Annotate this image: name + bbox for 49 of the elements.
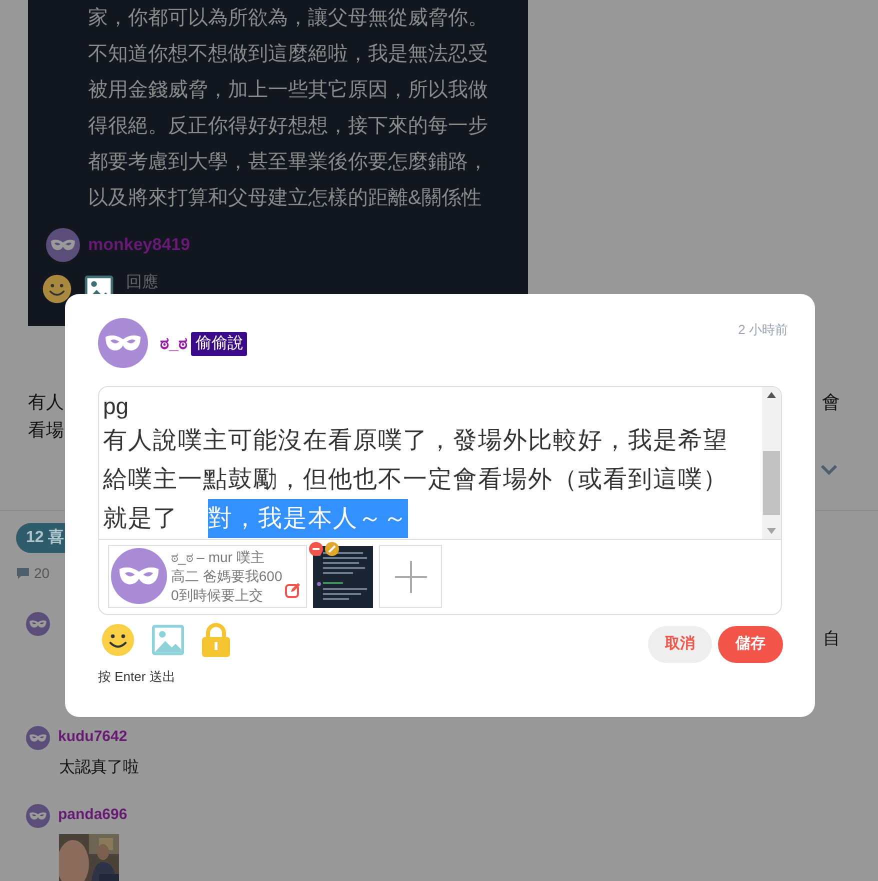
pencil-badge-icon[interactable]	[325, 542, 339, 556]
text-editor[interactable]: pg 有人說噗主可能沒在看原噗了，發場外比較好，我是希望 給噗主一點鼓勵，但他也不一定會看場外（或看到這噗） 就是了 對，我是本人～～ ಠ_ಠ – mur 噗主 高二 爸媽要我6000到時候要上交	[98, 386, 782, 615]
mask-avatar-icon	[26, 804, 50, 828]
post-text-line: 都要考慮到大學，甚至畢業後你要怎麼鋪路，	[88, 150, 489, 175]
plurk-title: ಠ_ಠ – mur 噗主	[171, 548, 266, 567]
post-text-line: 家，你都可以為所欲為，讓父母無從威脅你。	[88, 6, 489, 31]
post-text-line: 看場	[28, 419, 64, 442]
comment-text: 自	[823, 628, 840, 650]
scrollbar[interactable]	[762, 387, 781, 539]
scroll-down-icon[interactable]	[767, 528, 776, 534]
plus-icon	[394, 560, 426, 592]
timestamp: 2 小時前	[738, 321, 788, 339]
username[interactable]: ಠ_ಠ	[160, 331, 188, 357]
post-text-line: 以及將來打算和父母建立怎樣的距離&關係性	[88, 186, 482, 211]
response-count: 20	[34, 564, 50, 583]
mask-avatar-icon	[98, 318, 148, 368]
plurk-card[interactable]: ಠ_ಠ – mur 噗主 高二 爸媽要我6000到時候要上交	[108, 545, 307, 608]
mask-avatar-icon	[26, 612, 50, 636]
cancel-button[interactable]: 取消	[648, 626, 712, 663]
add-attachment-button[interactable]	[379, 545, 442, 608]
comment-username[interactable]: kudu7642	[58, 726, 128, 749]
mask-avatar-icon	[46, 228, 80, 262]
editor-text-line: pg	[103, 392, 130, 421]
scroll-thumb[interactable]	[763, 451, 780, 515]
save-button[interactable]: 儲存	[718, 626, 783, 663]
smiley-icon[interactable]	[101, 623, 135, 657]
editor-text-line: 有人說噗主可能沒在看原噗了，發場外比較好，我是希望	[103, 426, 728, 456]
editor-text-line: 給噗主一點鼓勵，但他也不一定會看場外（或看到這噗）	[103, 465, 728, 495]
mask-avatar-icon	[111, 548, 167, 604]
anonymous-badge: 偷偷說	[191, 332, 248, 356]
comment-text: 太認真了啦	[59, 758, 139, 776]
comment-username[interactable]: panda696	[58, 804, 128, 827]
smiley-icon[interactable]	[42, 274, 72, 304]
selected-text: 對，我是本人～～	[208, 499, 408, 538]
remove-badge-icon[interactable]	[309, 542, 323, 556]
post-text-line: 不知道你想不想做到這麼絕啦，我是無法忍受	[88, 42, 489, 67]
speech-bubble-icon	[16, 567, 30, 580]
edit-icon[interactable]	[285, 582, 301, 598]
post-text-line: 被用金錢威脅，加上一些其它原因，所以我做	[88, 78, 489, 103]
editor-text-line: 就是了	[103, 504, 178, 534]
enter-hint: 按 Enter 送出	[98, 668, 176, 686]
scroll-up-icon[interactable]	[767, 392, 776, 398]
reply-link[interactable]: 回應	[126, 274, 158, 292]
chevron-down-icon[interactable]	[820, 464, 838, 476]
post-text-line: 有人	[28, 391, 64, 414]
post-text-line: 得很絕。反正你得好好想想，接下來的每一步	[88, 114, 489, 139]
plurk-snippet: 高二 爸媽要我6000到時候要上交	[171, 567, 284, 605]
post-text-line: 會	[822, 391, 840, 414]
mask-avatar-icon	[26, 726, 50, 750]
